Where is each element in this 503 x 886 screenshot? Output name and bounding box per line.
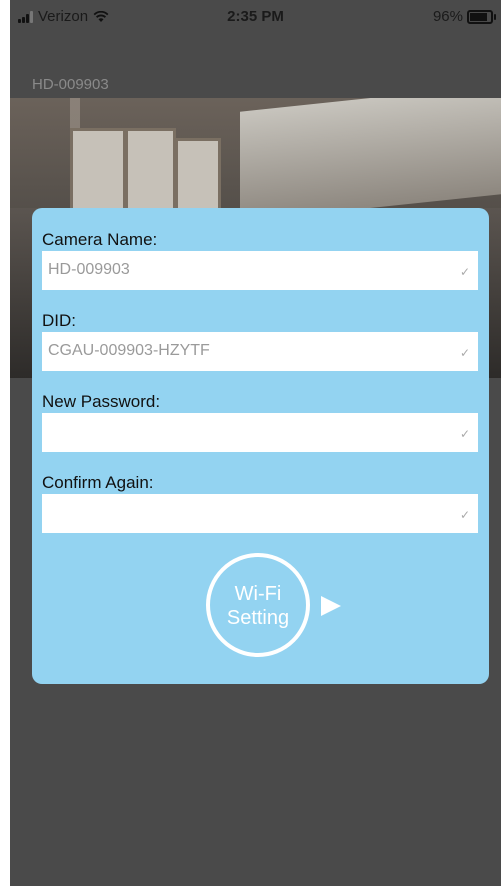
status-time: 2:35 PM <box>227 8 284 25</box>
battery-fill <box>470 12 488 21</box>
new-password-label: New Password: <box>42 392 161 411</box>
check-icon: ✓ <box>459 265 470 279</box>
confirm-label: Confirm Again: <box>42 473 154 492</box>
new-password-field[interactable]: ✓ <box>42 413 478 452</box>
camera-name-field[interactable]: HD-009903 ✓ <box>42 251 478 290</box>
did-field[interactable]: CGAU-009903-HZYTF ✓ <box>42 332 478 371</box>
device-title: HD-009903 <box>32 76 109 93</box>
battery-percent: 96% <box>432 8 463 25</box>
camera-name-label: Camera Name: <box>42 230 158 249</box>
arrow-right-icon[interactable] <box>321 596 341 616</box>
check-icon: ✓ <box>459 346 470 360</box>
camera-name-value: HD-009903 <box>48 261 130 278</box>
did-value: CGAU-009903-HZYTF <box>48 342 210 359</box>
wifi-setting-button[interactable]: Wi-Fi Setting <box>206 553 310 657</box>
status-right: 96% <box>432 8 496 25</box>
feed-window <box>70 128 126 219</box>
app-screen: Verizon 2:35 PM 96% HD-009903 Camera Nam… <box>10 0 501 886</box>
feed-ceiling <box>240 98 501 222</box>
wifi-setting-line1: Wi-Fi <box>234 583 282 605</box>
check-icon: ✓ <box>459 427 470 441</box>
confirm-field[interactable]: ✓ <box>42 494 478 533</box>
wifi-setting-line2: Setting <box>226 607 290 629</box>
check-icon: ✓ <box>459 508 470 522</box>
status-bar: Verizon 2:35 PM 96% <box>10 0 501 36</box>
feed-window <box>175 138 221 219</box>
feed-window <box>125 128 176 219</box>
battery-icon <box>467 9 496 24</box>
did-label: DID: <box>42 311 76 330</box>
camera-settings-modal: Camera Name: HD-009903 ✓ DID: CGAU-00990… <box>32 208 489 684</box>
